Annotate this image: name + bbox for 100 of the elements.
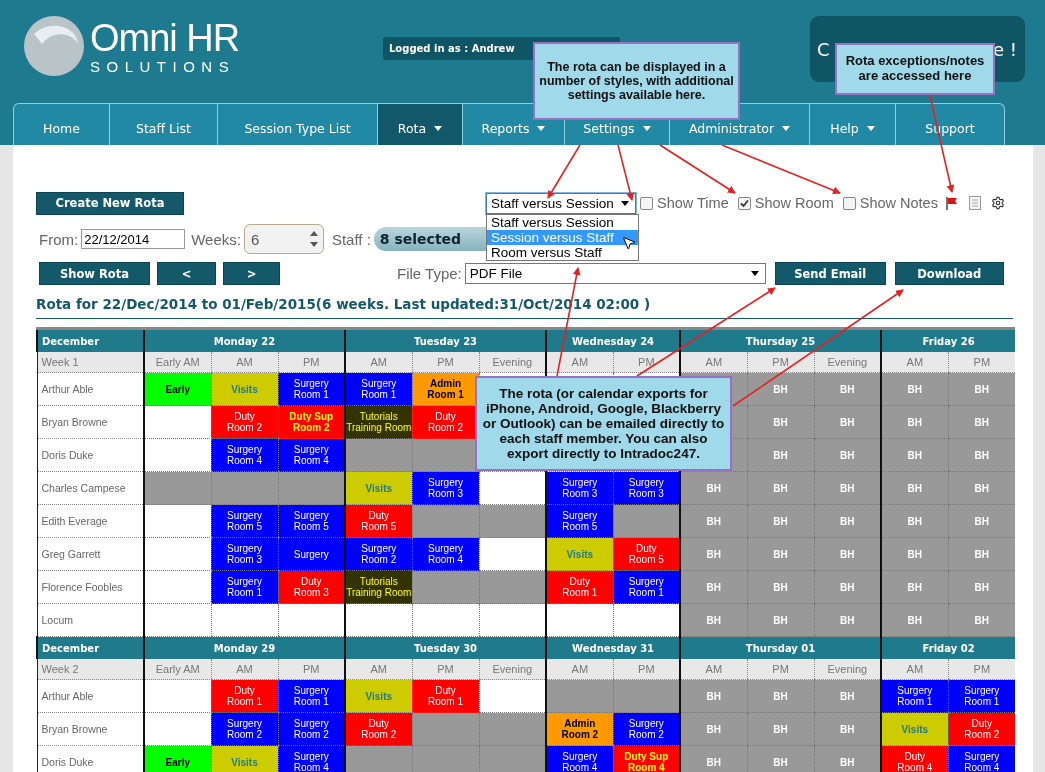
rota-cell: Duty Room 2 — [211, 405, 278, 439]
rota-cell: BH — [814, 438, 882, 472]
show-toggle[interactable]: Show Room — [737, 195, 834, 211]
file-type-select[interactable]: PDF File — [464, 263, 766, 284]
callout-tooltip: Rota exceptions/notes are accessed here — [835, 43, 995, 95]
rota-cell: BH — [747, 438, 815, 472]
rota-cell: Surgery Room 1 — [948, 679, 1016, 713]
rota-cell: Surgery Room 3 — [613, 471, 681, 505]
rota-cell — [345, 438, 413, 472]
rota-cell: Duty Room 2 — [948, 712, 1016, 746]
rota-cell: Early — [144, 745, 211, 772]
rota-cell: Surgery Room 1 — [278, 679, 346, 713]
rota-cell: Tutorials Training Room — [345, 570, 413, 604]
show-rota-button[interactable]: Show Rota — [39, 262, 150, 285]
week-label: Week 2 — [37, 659, 144, 680]
callout-tooltip: The rota can be displayed in a number of styles, with additional settings available here. — [533, 42, 740, 120]
rota-cell: BH — [747, 405, 815, 439]
view-select[interactable]: Staff versus Session — [486, 192, 636, 214]
rota-cell: Surgery Room 2 — [211, 712, 278, 746]
day-header: Tuesday 23 — [345, 328, 547, 352]
rota-cell: BH — [814, 603, 882, 637]
rota-cell: BH — [948, 570, 1016, 604]
rota-cell — [613, 504, 681, 538]
week-label: Week 1 — [37, 352, 144, 373]
checkbox[interactable] — [737, 196, 751, 210]
day-header: Tuesday 30 — [345, 636, 547, 659]
rota-cell: BH — [680, 745, 748, 772]
nav-tab[interactable]: Staff List — [110, 103, 218, 145]
rota-cell: Duty Sup Room 2 — [278, 405, 346, 439]
nav-tab[interactable]: Help — [810, 103, 896, 145]
next-button[interactable]: > — [223, 262, 280, 285]
settings-icon[interactable] — [990, 196, 1005, 210]
session-header: PM — [613, 352, 681, 373]
rota-cell — [613, 679, 681, 713]
nav-tab[interactable]: Rota — [378, 103, 463, 145]
download-button[interactable]: Download — [894, 262, 1004, 285]
rota-cell: BH — [680, 504, 748, 538]
staff-label: Staff : — [331, 230, 371, 248]
session-header: AM — [546, 352, 614, 373]
day-header: Wednesday 31 — [546, 636, 681, 659]
caret-icon — [621, 200, 629, 206]
rota-cell: Surgery Room 5 — [211, 504, 278, 538]
session-header: AM — [546, 659, 614, 680]
session-header: Evening — [814, 659, 882, 680]
show-toggle[interactable]: Show Notes — [842, 195, 938, 211]
nav-tab[interactable]: Session Type List — [218, 103, 378, 145]
session-header: Evening — [814, 352, 882, 373]
logo-icon — [22, 14, 86, 78]
rota-cell: Surgery Room 2 — [613, 712, 681, 746]
rota-cell: Duty Room 5 — [345, 504, 413, 538]
rota-cell: Tutorials Training Room — [345, 405, 413, 439]
rota-cell: Visits — [211, 745, 278, 772]
rota-cell: Duty Room 5 — [613, 537, 681, 571]
flag-icon[interactable] — [945, 196, 958, 210]
day-header: Thursday 25 — [680, 328, 882, 352]
rota-cell: BH — [814, 405, 882, 439]
rota-cell: Visits — [345, 679, 413, 713]
session-header: PM — [412, 659, 480, 680]
rota-cell: Surgery Room 5 — [278, 504, 346, 538]
rota-cell: Surgery Room 1 — [613, 570, 681, 604]
callout-tooltip: The rota (or calendar exports for iPhone, Android, Google, Blackberry or Outlook) can be emailed directly to each staff member. You can also export directly to Intradoc247. — [475, 376, 732, 471]
previous-button[interactable]: < — [157, 262, 216, 285]
send-email-button[interactable]: Send Email — [774, 262, 886, 285]
rota-cell: BH — [814, 712, 882, 746]
rota-cell: Duty Room 1 — [546, 570, 614, 604]
rota-cell: BH — [881, 537, 949, 571]
month-header: December — [37, 636, 144, 659]
weeks-spinner[interactable]: 6 — [243, 224, 324, 254]
rota-cell: Surgery Room 1 — [345, 372, 413, 406]
rota-cell: Surgery Room 1 — [278, 372, 346, 406]
create-rota-button[interactable]: Create New Rota — [36, 191, 184, 215]
rota-cell: BH — [814, 537, 882, 571]
rota-cell: Surgery Room 3 — [211, 537, 278, 571]
rota-cell: BH — [747, 504, 815, 538]
checkbox[interactable] — [842, 196, 856, 210]
show-toggle[interactable]: Show Time — [640, 195, 729, 211]
rota-cell: BH — [814, 372, 882, 406]
rota-cell: BH — [948, 471, 1016, 505]
from-date-field[interactable]: 22/12/2014 — [81, 229, 186, 249]
rota-cell: Duty Room 3 — [278, 570, 346, 604]
session-header: Early AM — [144, 352, 211, 373]
notes-icon[interactable] — [968, 196, 981, 210]
weeks-label: Weeks: — [191, 230, 241, 248]
rota-cell: Visits — [345, 471, 413, 505]
logo-subtitle: SOLUTIONS — [90, 58, 237, 74]
session-header: PM — [278, 659, 346, 680]
nav-tab[interactable]: Home — [13, 103, 110, 145]
logo-title: Omni HR — [90, 18, 240, 57]
session-header: Evening — [479, 352, 547, 373]
rota-cell: BH — [814, 570, 882, 604]
rota-cell: Surgery Room 4 — [278, 438, 346, 472]
rota-cell — [345, 745, 413, 772]
day-header: Monday 29 — [144, 636, 346, 659]
rota-cell: Surgery Room 4 — [211, 438, 278, 472]
pointer-arrow — [617, 144, 635, 201]
day-header: Thursday 01 — [680, 636, 882, 659]
session-header: Evening — [479, 659, 547, 680]
pointer-arrow — [547, 144, 581, 199]
rota-cell: BH — [747, 372, 815, 406]
checkbox[interactable] — [640, 196, 653, 210]
